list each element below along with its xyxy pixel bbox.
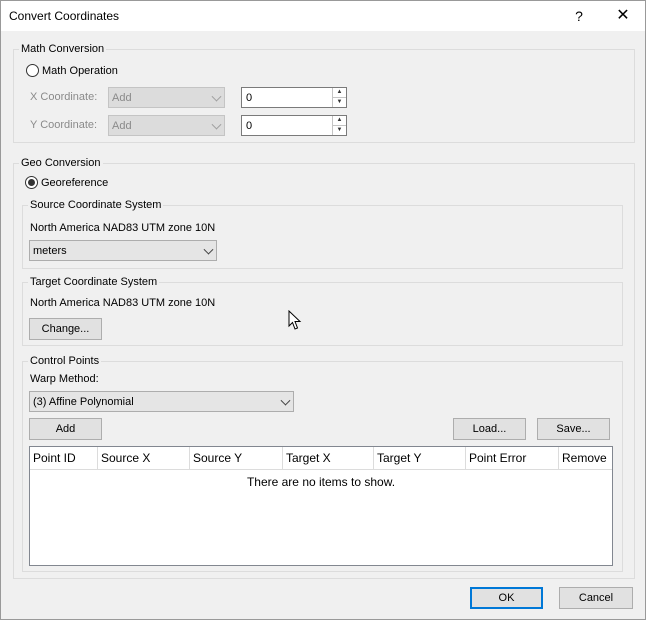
column-target-y[interactable]: Target Y <box>374 447 466 469</box>
math-operation-label: Math Operation <box>42 64 118 77</box>
source-system-name: North America NAD83 UTM zone 10N <box>30 222 216 234</box>
geo-conversion-label: Geo Conversion <box>19 157 103 170</box>
georeference-radio[interactable]: Georeference <box>25 176 108 189</box>
y-value-input[interactable]: 0 ▲ ▼ <box>241 115 347 136</box>
spin-down-icon[interactable]: ▼ <box>333 98 346 108</box>
mouse-pointer-icon <box>288 310 302 330</box>
chevron-down-icon <box>280 395 291 406</box>
georeference-label: Georeference <box>41 176 109 189</box>
target-coordinate-group <box>22 282 623 346</box>
spin-up-icon[interactable]: ▲ <box>333 88 346 98</box>
spin-down-icon[interactable]: ▼ <box>333 126 346 136</box>
dialog-title: Convert Coordinates <box>9 9 120 23</box>
column-source-y[interactable]: Source Y <box>190 447 283 469</box>
warp-method-label: Warp Method: <box>30 373 99 385</box>
x-coordinate-label: X Coordinate: <box>30 91 98 103</box>
y-operation-value: Add <box>112 119 132 132</box>
source-unit-value: meters <box>33 244 67 257</box>
x-value: 0 <box>246 91 253 104</box>
empty-table-message: There are no items to show. <box>246 475 396 489</box>
warp-method-select[interactable]: (3) Affine Polynomial <box>29 391 294 412</box>
radio-selected-icon <box>25 176 38 189</box>
close-icon[interactable]: ✕ <box>613 7 633 25</box>
chevron-down-icon <box>203 244 214 255</box>
y-value: 0 <box>246 119 253 132</box>
change-button[interactable]: Change... <box>29 318 102 340</box>
column-point-id[interactable]: Point ID <box>30 447 98 469</box>
target-system-name: North America NAD83 UTM zone 10N <box>30 297 216 309</box>
source-unit-select[interactable]: meters <box>29 240 217 261</box>
target-coordinate-label: Target Coordinate System <box>28 276 160 289</box>
column-remove[interactable]: Remove <box>559 447 612 469</box>
math-conversion-label: Math Conversion <box>19 43 107 56</box>
warp-method-value: (3) Affine Polynomial <box>33 395 134 408</box>
control-points-label: Control Points <box>28 355 102 368</box>
y-coordinate-label: Y Coordinate: <box>30 119 98 131</box>
math-operation-radio[interactable]: Math Operation <box>26 64 118 77</box>
y-operation-select[interactable]: Add <box>108 115 225 136</box>
x-spin-buttons[interactable]: ▲ ▼ <box>332 88 346 107</box>
load-button[interactable]: Load... <box>453 418 526 440</box>
table-header: Point ID Source X Source Y Target X Targ… <box>30 447 612 470</box>
y-spin-buttons[interactable]: ▲ ▼ <box>332 116 346 135</box>
column-target-x[interactable]: Target X <box>283 447 374 469</box>
control-points-table[interactable]: Point ID Source X Source Y Target X Targ… <box>29 446 613 566</box>
column-source-x[interactable]: Source X <box>98 447 190 469</box>
save-button[interactable]: Save... <box>537 418 610 440</box>
x-operation-select[interactable]: Add <box>108 87 225 108</box>
add-point-button[interactable]: Add <box>29 418 102 440</box>
title-bar: Convert Coordinates ? ✕ <box>1 1 645 31</box>
chevron-down-icon <box>211 119 222 130</box>
convert-coordinates-dialog: Convert Coordinates ? ✕ Math Conversion … <box>0 0 646 620</box>
source-coordinate-label: Source Coordinate System <box>28 199 164 212</box>
cancel-button[interactable]: Cancel <box>559 587 633 609</box>
help-icon[interactable]: ? <box>569 7 589 25</box>
x-operation-value: Add <box>112 91 132 104</box>
ok-button[interactable]: OK <box>470 587 543 609</box>
chevron-down-icon <box>211 91 222 102</box>
spin-up-icon[interactable]: ▲ <box>333 116 346 126</box>
x-value-input[interactable]: 0 ▲ ▼ <box>241 87 347 108</box>
column-point-error[interactable]: Point Error <box>466 447 559 469</box>
radio-circle-icon <box>26 64 39 77</box>
